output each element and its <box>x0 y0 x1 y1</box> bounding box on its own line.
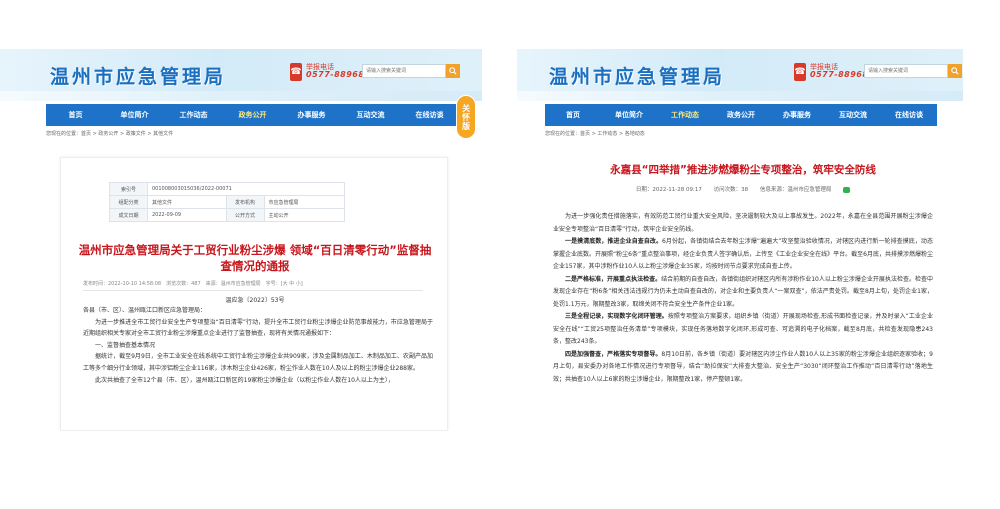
nav-services[interactable]: 办事服务 <box>769 110 825 120</box>
paragraph: 三是全程记录，实现数字化闭环管理。按照专项整治方案要求，组织乡镇（街道）开展现场… <box>553 311 933 349</box>
meta-value: 2022-09-09 <box>147 208 227 222</box>
table-row: 成文日期 2022-09-09 公开方式 主动公开 <box>109 208 346 222</box>
document-number: 温应急〔2022〕53号 <box>225 297 285 304</box>
wechat-share-icon[interactable] <box>843 186 851 193</box>
nav-gov-open[interactable]: 政务公开 <box>223 110 282 120</box>
article-meta: 日期：2022-11-28 09:17 访问次数：38 信息来源：温州市应急管理… <box>553 185 933 193</box>
nav-interaction[interactable]: 互动交流 <box>341 110 400 120</box>
article-date: 日期：2022-11-28 09:17 <box>635 187 702 193</box>
article-title: 温州市应急管理局关于工贸行业粉尘涉爆 领域“百日清零行动”监督抽查情况的通报 <box>78 243 432 274</box>
article-source: 信息来源：温州市应急管理局 <box>759 187 832 193</box>
paragraph: 此次共抽查了全市12个县（市、区），温州瓯江口新区的19家粉尘涉爆企业（以粉尘作… <box>95 376 394 384</box>
left-page-screenshot: 温州市应急管理局 ☎ 举报电话 0577-88968109 首页 单位简介 工作… <box>0 49 482 431</box>
meta-value: 001008003015036/2022-00071 <box>147 182 345 196</box>
section-heading: 三是全程记录，实现数字化闭环管理。 <box>565 313 668 320</box>
meta-value: 其他文件 <box>147 195 227 209</box>
article-container: 索引号 001008003015036/2022-00071 组配分类 其他文件… <box>60 157 448 431</box>
table-row: 索引号 001008003015036/2022-00071 <box>109 182 345 196</box>
site-header: 温州市应急管理局 ☎ 举报电话 0577-88968109 <box>517 49 963 101</box>
meta-key: 索引号 <box>109 182 148 196</box>
breadcrumb: 您现在的位置：首页 > 政务公开 > 政策文件 > 其他文件 <box>46 131 174 137</box>
paragraph: 为进一步推进全市工贸行业安全生产专项整治“百日清零”行动，提升全市工贸行业粉尘涉… <box>83 318 433 338</box>
site-title[interactable]: 温州市应急管理局 <box>50 62 226 89</box>
main-nav: 首页 单位简介 工作动态 政务公开 办事服务 互动交流 在线访谈 <box>46 104 459 126</box>
phone-icon: ☎ <box>290 63 302 81</box>
nav-about[interactable]: 单位简介 <box>105 110 164 120</box>
doc-meta-table: 索引号 001008003015036/2022-00071 组配分类 其他文件… <box>109 182 346 222</box>
section-heading: 一是摸清底数，推进企业自查自改。 <box>565 238 663 245</box>
article-title: 永嘉县“四举措”推进涉燃爆粉尘专项整治，筑牢安全防线 <box>610 164 876 176</box>
meta-key: 公开方式 <box>225 208 265 222</box>
care-mode-button[interactable]: 关怀版 <box>456 95 476 139</box>
meta-value: 主动公开 <box>263 208 346 222</box>
section-heading: 一、监督抽查基本情况 <box>95 341 156 349</box>
phone-icon: ☎ <box>794 63 806 81</box>
article-views: 访问次数：38 <box>713 187 749 193</box>
nav-interview[interactable]: 在线访谈 <box>400 110 459 120</box>
article-info: 发布时间：2022-10-10 14:58:08 浏览次数：487 来源：温州市… <box>83 280 423 291</box>
nav-interview[interactable]: 在线访谈 <box>881 110 937 120</box>
paragraph: 一是摸清底数，推进企业自查自改。6月份起，各镇街结合去年粉尘涉爆“遍遍大”攻坚整… <box>553 236 933 274</box>
search-input[interactable] <box>362 64 446 78</box>
paragraph: 据统计，截至9月9日，全市工业安全在线系统中工贸行业粉尘涉爆企业共909家，涉及… <box>83 353 433 372</box>
paragraph: 各县（市、区）、温州瓯江口新区应急管理局： <box>83 307 207 314</box>
section-heading: 四是加强督查，严格落实专项督导。 <box>565 350 662 358</box>
paragraph: 二是严格标准，开展重点执法检查。结合前期的自查自改，各镇街组织对辖区内所有涉粉作… <box>553 274 933 312</box>
paragraph: 四是加强督查，严格落实专项督导。8月10日前，各乡镇（街道）要对辖区内涉尘作业人… <box>553 349 933 387</box>
meta-key: 成文日期 <box>109 208 148 222</box>
right-page-screenshot: 温州市应急管理局 ☎ 举报电话 0577-88968109 首页 单位简介 工作… <box>517 49 963 431</box>
breadcrumb: 您现在的位置：首页 > 工作动态 > 各地动态 <box>545 131 645 137</box>
nav-services[interactable]: 办事服务 <box>282 110 341 120</box>
nav-gov-open[interactable]: 政务公开 <box>713 110 769 120</box>
meta-key: 组配分类 <box>109 195 148 209</box>
search-button[interactable] <box>446 64 460 78</box>
nav-work-news[interactable]: 工作动态 <box>657 110 713 120</box>
nav-home[interactable]: 首页 <box>46 110 105 120</box>
care-mode-label: 关怀版 <box>461 103 471 131</box>
search-box <box>362 64 460 78</box>
site-header: 温州市应急管理局 ☎ 举报电话 0577-88968109 <box>0 49 482 101</box>
search-icon <box>449 67 457 75</box>
nav-work-news[interactable]: 工作动态 <box>164 110 223 120</box>
nav-about[interactable]: 单位简介 <box>601 110 657 120</box>
paragraph: 为进一步强化责任措施落实，有效防范工贸行业重大安全风险，坚决遏制较大及以上事故发… <box>553 213 933 233</box>
nav-home[interactable]: 首页 <box>545 110 601 120</box>
search-box <box>864 64 962 78</box>
article-body: 各县（市、区）、温州瓯江口新区应急管理局： 为进一步推进全市工贸行业安全生产专项… <box>83 305 433 386</box>
search-button[interactable] <box>948 64 962 78</box>
article-body: 为进一步强化责任措施落实，有效防范工贸行业重大安全风险，坚决遏制较大及以上事故发… <box>553 211 933 386</box>
search-icon <box>951 67 959 75</box>
meta-key: 发布机构 <box>225 195 265 209</box>
meta-value: 市应急管理局 <box>263 195 346 209</box>
article-container: 永嘉县“四举措”推进涉燃爆粉尘专项整治，筑牢安全防线 日期：2022-11-28… <box>553 157 933 431</box>
section-heading: 二是严格标准，开展重点执法检查。 <box>565 275 662 283</box>
site-title[interactable]: 温州市应急管理局 <box>549 62 725 89</box>
table-row: 组配分类 其他文件 发布机构 市应急管理局 <box>109 195 346 209</box>
search-input[interactable] <box>864 64 948 78</box>
main-nav: 首页 单位简介 工作动态 政务公开 办事服务 互动交流 在线访谈 <box>545 104 937 126</box>
nav-interaction[interactable]: 互动交流 <box>825 110 881 120</box>
